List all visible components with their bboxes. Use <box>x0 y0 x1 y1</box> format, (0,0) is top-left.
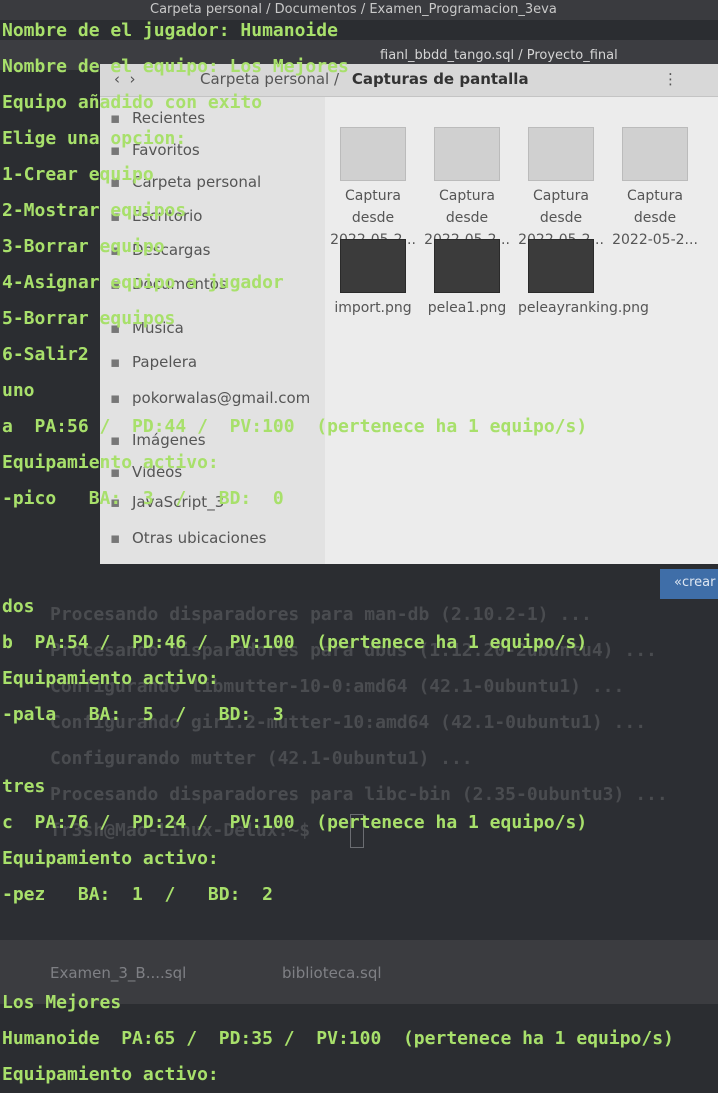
terminal-line: Equipamiento activo: <box>2 668 219 689</box>
terminal-line: 4-Asignar equipo a jugador <box>2 272 284 293</box>
terminal-line: Humanoide PA:65 / PD:35 / PV:100 (perten… <box>2 1028 674 1049</box>
terminal-line: Nombre de el jugador: Humanoide <box>2 20 338 41</box>
terminal-line: a PA:56 / PD:44 / PV:100 (pertenece ha 1… <box>2 416 588 437</box>
terminal-line: Equipamiento activo: <box>2 452 219 473</box>
terminal-line: uno <box>2 380 35 401</box>
terminal-line: Nombre de el equipo: Los Mejores <box>2 56 349 77</box>
terminal-line: Equipamiento activo: <box>2 848 219 869</box>
terminal-line: Los Mejores <box>2 992 122 1013</box>
terminal-line: 3-Borrar equipo <box>2 236 165 257</box>
terminal-line: Equipo añadido con exito <box>2 92 263 113</box>
terminal-output: Nombre de el jugador: Humanoide Nombre de… <box>2 13 674 1093</box>
terminal-line: 1-Crear equipo <box>2 164 154 185</box>
terminal-line: b PA:54 / PD:46 / PV:100 (pertenece ha 1… <box>2 632 588 653</box>
terminal-line: Equipamiento activo: <box>2 1064 219 1085</box>
terminal-line: c PA:76 / PD:24 / PV:100 (pertenece ha 1… <box>2 812 588 833</box>
terminal-line: 6-Salir2 <box>2 344 89 365</box>
terminal-line: 2-Mostrar equipos <box>2 200 187 221</box>
terminal-line: -pala BA: 5 / BD: 3 <box>2 704 284 725</box>
terminal-line: Elige una opcion: <box>2 128 187 149</box>
terminal-line: 5-Borrar equipos <box>2 308 176 329</box>
terminal-line: dos <box>2 596 35 617</box>
terminal-line: tres <box>2 776 46 797</box>
terminal-line: -pico BA: 3 / BD: 0 <box>2 488 284 509</box>
terminal-line: -pez BA: 1 / BD: 2 <box>2 884 273 905</box>
